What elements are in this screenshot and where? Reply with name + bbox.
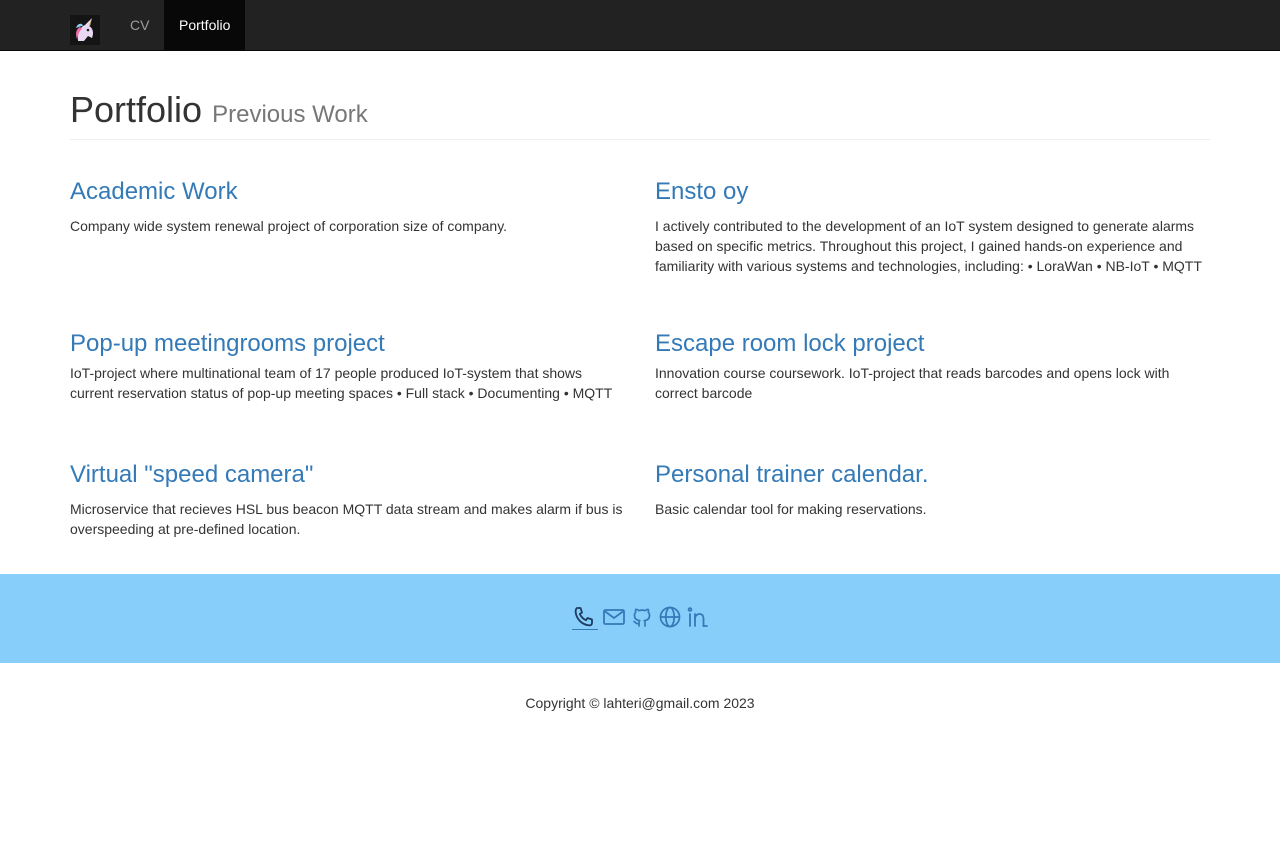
unicorn-logo-icon[interactable]	[70, 15, 100, 45]
navbar: CV Portfolio	[0, 0, 1280, 51]
globe-icon[interactable]	[658, 605, 682, 629]
copyright: Copyright © lahteri@gmail.com 2023	[525, 695, 755, 711]
page-title: Portfolio Previous Work	[70, 88, 1210, 137]
nav-item-cv[interactable]: CV	[115, 0, 164, 50]
project-description: Innovation course coursework. IoT-projec…	[655, 365, 1170, 401]
mail-icon[interactable]	[602, 605, 626, 629]
project-title[interactable]: Academic Work	[70, 179, 625, 205]
project-card: Escape room lock project Innovation cour…	[655, 331, 1210, 403]
project-card: Academic Work Company wide system renewa…	[70, 179, 625, 236]
project-card: Virtual "speed camera" Microservice that…	[70, 462, 625, 539]
linkedin-icon[interactable]	[686, 605, 710, 629]
project-title[interactable]: Ensto oy	[655, 179, 1210, 205]
project-card: Pop-up meetingrooms project IoT-project …	[70, 331, 625, 403]
project-description: IoT-project where multinational team of …	[70, 365, 613, 401]
project-description: Company wide system renewal project of c…	[70, 218, 508, 234]
project-title[interactable]: Virtual "speed camera"	[70, 462, 625, 488]
project-description: Microservice that recieves HSL bus beaco…	[70, 501, 623, 537]
page-subtitle: Previous Work	[212, 101, 368, 128]
page-header: Portfolio Previous Work	[70, 88, 1210, 140]
contact-icons	[572, 604, 710, 630]
project-title[interactable]: Pop-up meetingrooms project	[70, 331, 625, 357]
project-card: Personal trainer calendar. Basic calenda…	[655, 462, 1210, 519]
project-title[interactable]: Personal trainer calendar.	[655, 462, 1210, 488]
project-card: Ensto oy I actively contributed to the d…	[655, 179, 1210, 276]
github-icon[interactable]	[630, 605, 654, 629]
page-title-text: Portfolio	[70, 89, 203, 130]
nav-item-portfolio[interactable]: Portfolio	[164, 0, 246, 50]
project-description: I actively contributed to the developmen…	[655, 218, 1202, 274]
project-title[interactable]: Escape room lock project	[655, 331, 1210, 357]
phone-icon[interactable]	[572, 605, 598, 630]
project-description: Basic calendar tool for making reservati…	[655, 501, 927, 517]
